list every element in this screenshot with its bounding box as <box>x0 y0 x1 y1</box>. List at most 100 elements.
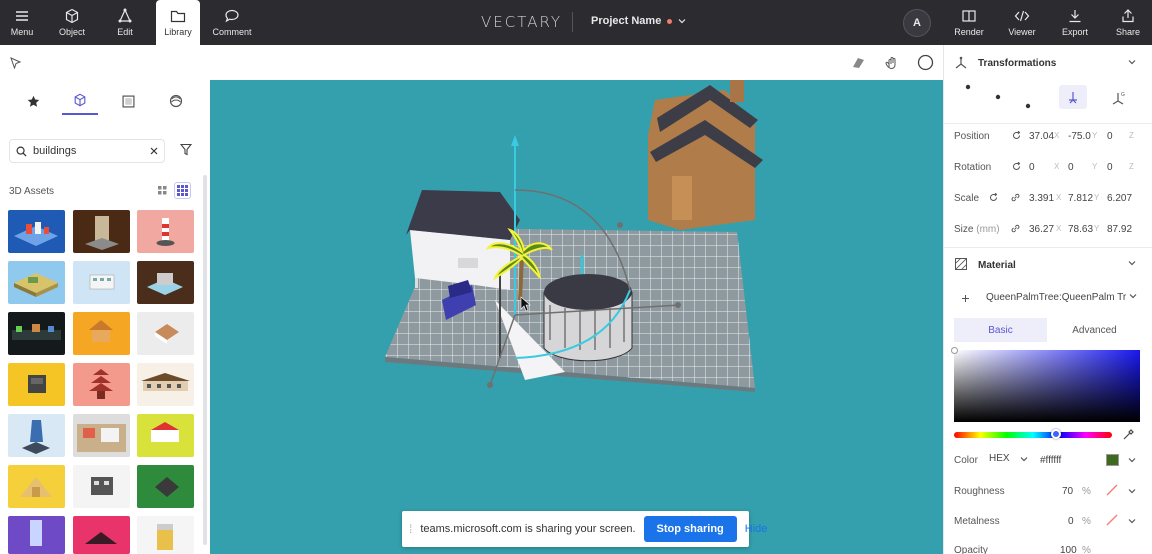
asset-thumbnail[interactable] <box>73 261 130 304</box>
search-input[interactable]: buildings <box>9 139 165 163</box>
asset-thumbnail[interactable] <box>8 312 65 355</box>
opacity-input[interactable]: 100 <box>1060 545 1077 554</box>
asset-thumbnail[interactable] <box>8 465 65 508</box>
chevron-down-icon[interactable] <box>1128 517 1136 525</box>
color-format: HEX <box>989 453 1010 464</box>
chevron-down-icon[interactable] <box>1128 259 1136 267</box>
color-swatch[interactable] <box>1106 454 1119 466</box>
house-model <box>648 80 763 230</box>
size-y[interactable]: 78.63 <box>1068 224 1093 235</box>
asset-thumbnail[interactable] <box>8 261 65 304</box>
tab-basic[interactable]: Basic <box>954 318 1047 342</box>
hue-slider-handle[interactable] <box>1051 429 1061 439</box>
link-icon[interactable] <box>1010 223 1021 234</box>
reset-icon[interactable] <box>989 193 998 202</box>
asset-thumbnail[interactable] <box>73 210 130 253</box>
asset-thumbnail[interactable] <box>73 363 130 406</box>
viewer-button[interactable]: Viewer <box>1005 0 1039 45</box>
link-icon[interactable] <box>1010 192 1021 203</box>
stop-sharing-button[interactable]: Stop sharing <box>643 516 737 542</box>
size-z[interactable]: 87.92 <box>1107 224 1132 235</box>
global-axis-icon[interactable]: G <box>1110 90 1126 106</box>
export-button[interactable]: Export <box>1058 0 1092 45</box>
filter-icon[interactable] <box>180 143 192 156</box>
tab-favorites[interactable] <box>15 87 51 115</box>
color-picker-area[interactable] <box>954 350 1140 422</box>
share-icon <box>1122 9 1134 23</box>
small-grid-toggle[interactable] <box>174 182 191 199</box>
project-name-dropdown[interactable]: Project Name <box>591 15 686 27</box>
add-icon[interactable] <box>961 294 970 303</box>
reset-icon[interactable] <box>1012 162 1021 171</box>
chevron-down-icon[interactable] <box>1128 487 1136 495</box>
asset-thumbnail[interactable] <box>137 261 194 304</box>
edit-button[interactable]: Edit <box>105 0 145 45</box>
position-z[interactable]: 0 <box>1107 131 1113 142</box>
color-picker-handle[interactable] <box>951 347 958 354</box>
asset-thumbnail[interactable] <box>73 516 130 554</box>
color-format-select[interactable]: HEX <box>989 453 1028 464</box>
asset-thumbnail[interactable] <box>137 363 194 406</box>
tab-environments[interactable] <box>158 87 194 115</box>
scale-y[interactable]: 7.812 <box>1068 193 1093 204</box>
size-x[interactable]: 36.27 <box>1029 224 1054 235</box>
library-button[interactable]: Library <box>156 0 200 45</box>
material-select[interactable]: QueenPalmTree:QueenPalm Tr <box>986 292 1137 303</box>
asset-thumbnail[interactable] <box>8 516 65 554</box>
position-x[interactable]: 37.04 <box>1029 131 1054 142</box>
render-button[interactable]: Render <box>952 0 986 45</box>
3d-viewport[interactable] <box>210 80 943 554</box>
position-y[interactable]: -75.0 <box>1068 131 1091 142</box>
menu-button[interactable]: Menu <box>6 0 38 45</box>
chevron-down-icon[interactable] <box>1128 456 1136 464</box>
asset-thumbnail[interactable] <box>137 516 194 554</box>
scale-z[interactable]: 6.207 <box>1107 193 1132 204</box>
orbit-circle-icon[interactable] <box>917 54 934 71</box>
rotation-y[interactable]: 0 <box>1068 162 1074 173</box>
shading-icon[interactable] <box>852 56 865 69</box>
tab-materials[interactable] <box>110 87 146 115</box>
rotation-z[interactable]: 0 <box>1107 162 1113 173</box>
asset-thumbnail[interactable] <box>137 210 194 253</box>
asset-thumbnail[interactable] <box>137 465 194 508</box>
axis-label: Y <box>1094 193 1100 202</box>
eyedropper-icon[interactable] <box>1122 428 1135 441</box>
hide-button[interactable]: Hide <box>745 523 768 535</box>
close-icon[interactable] <box>150 147 158 155</box>
roughness-input[interactable]: 70 <box>1062 486 1073 497</box>
tab-3d-objects[interactable] <box>62 87 98 115</box>
chevron-down-icon[interactable] <box>1128 58 1136 66</box>
axis-label: Y <box>1092 131 1098 140</box>
comment-icon <box>225 9 239 23</box>
rotation-x[interactable]: 0 <box>1029 162 1035 173</box>
asset-thumbnail[interactable] <box>137 312 194 355</box>
size-label-text: Size <box>954 224 974 235</box>
object-button[interactable]: Object <box>52 0 92 45</box>
avatar[interactable]: A <box>903 9 931 37</box>
asset-thumbnail[interactable] <box>8 363 65 406</box>
color-hex-input[interactable]: #ffffff <box>1040 455 1061 466</box>
asset-thumbnail[interactable] <box>8 210 65 253</box>
asset-thumbnail[interactable] <box>137 414 194 457</box>
rotation-row: Rotation 0 X 0 Y 0 Z <box>944 154 1152 182</box>
comment-button[interactable]: Comment <box>210 0 254 45</box>
pivot-options[interactable] <box>962 82 1062 112</box>
pan-hand-icon[interactable] <box>884 55 899 70</box>
scale-x[interactable]: 3.391 <box>1029 193 1054 204</box>
metalness-input[interactable]: 0 <box>1068 516 1074 527</box>
drag-handle-icon[interactable]: ⁞ <box>409 522 412 536</box>
local-pivot-toggle[interactable] <box>1059 85 1087 109</box>
reset-icon[interactable] <box>1012 131 1021 140</box>
texture-slot-icon[interactable] <box>1106 514 1118 526</box>
tab-advanced[interactable]: Advanced <box>1048 318 1141 342</box>
share-button[interactable]: Share <box>1112 0 1144 45</box>
select-arrow-icon[interactable] <box>10 57 22 69</box>
texture-slot-icon[interactable] <box>1106 484 1118 496</box>
library-scrollbar[interactable] <box>203 175 207 545</box>
asset-thumbnail[interactable] <box>73 312 130 355</box>
hue-slider[interactable] <box>954 432 1112 438</box>
asset-thumbnail[interactable] <box>8 414 65 457</box>
large-grid-icon[interactable] <box>158 186 167 195</box>
asset-thumbnail[interactable] <box>73 465 130 508</box>
asset-thumbnail[interactable] <box>73 414 130 457</box>
